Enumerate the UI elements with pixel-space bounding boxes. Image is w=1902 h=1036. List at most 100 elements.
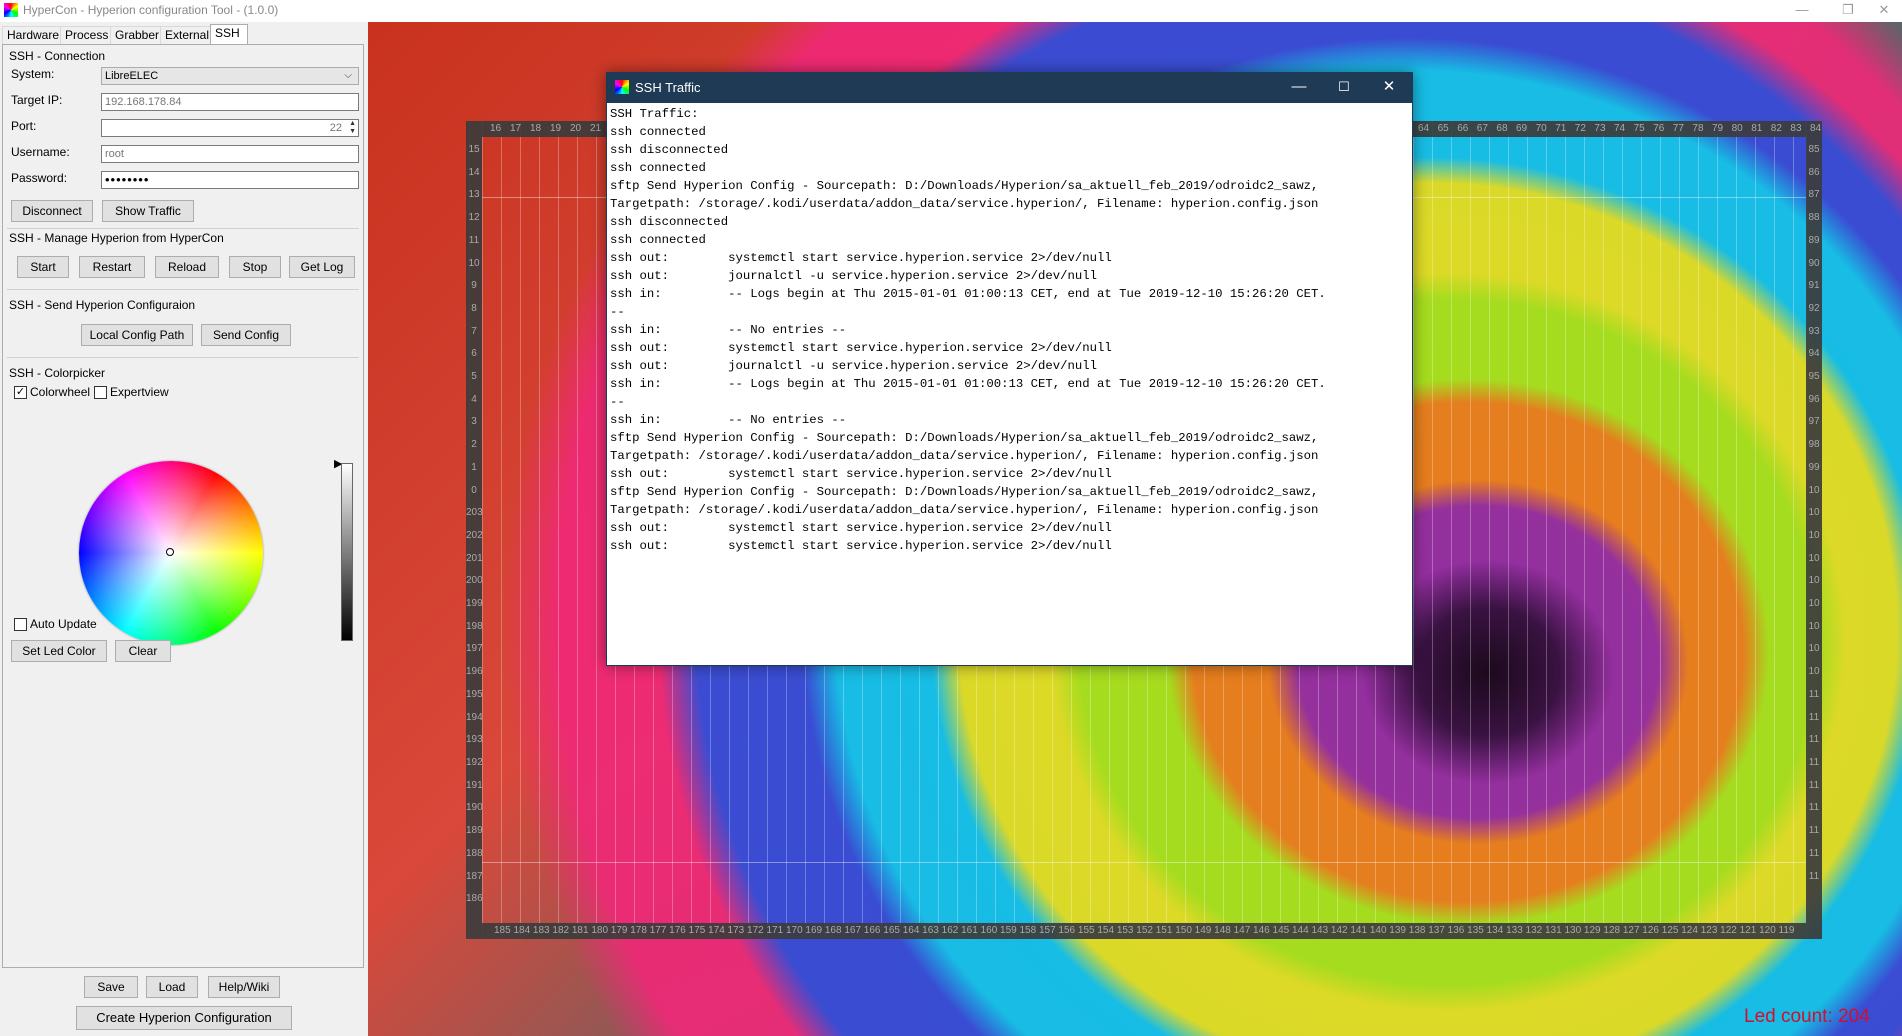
target-ip-input[interactable]: 192.168.178.84	[101, 93, 359, 111]
led-index-label: 88	[1808, 212, 1820, 224]
close-button[interactable]: ✕	[1862, 0, 1902, 22]
log-line: Targetpath: /storage/.kodi/userdata/addo…	[610, 449, 1319, 463]
connection-group-title: SSH - Connection	[9, 49, 106, 63]
led-index-label: 76	[1653, 123, 1665, 134]
system-select[interactable]: LibreELEC ⌵	[101, 67, 359, 85]
led-index-label: 93	[1808, 325, 1820, 337]
colorpicker-group-title: SSH - Colorpicker	[9, 366, 106, 380]
log-line: ssh in: -- No entries --	[610, 413, 847, 427]
log-line: ssh in: -- Logs begin at Thu 2015-01-01 …	[610, 377, 1326, 391]
led-index-label: 187	[466, 870, 482, 882]
color-wheel-cursor[interactable]	[166, 548, 174, 556]
log-line: ssh connected	[610, 233, 706, 247]
tab-ssh[interactable]: SSH	[210, 24, 248, 45]
send-config-button[interactable]: Send Config	[201, 324, 291, 346]
stop-button[interactable]: Stop	[229, 256, 281, 278]
dialog-minimize-button[interactable]: —	[1277, 73, 1321, 103]
led-index-label: 17	[510, 123, 522, 134]
ssh-traffic-log[interactable]: SSH Traffic: ssh connected ssh disconnecte…	[607, 103, 1412, 665]
led-index-label: 9	[471, 280, 477, 292]
log-line: ssh out: systemctl start service.hyperio…	[610, 341, 1112, 355]
set-led-color-button[interactable]: Set Led Color	[11, 640, 107, 662]
led-index-label: 10	[1808, 484, 1820, 496]
led-index-label: 80	[1731, 123, 1743, 134]
dialog-close-button[interactable]: ✕	[1367, 73, 1411, 103]
restart-button[interactable]: Restart	[79, 256, 145, 278]
led-index-label: 18	[530, 123, 542, 134]
help-wiki-button[interactable]: Help/Wiki	[208, 976, 280, 998]
hypercon-app-icon	[4, 3, 18, 17]
led-index-label: 95	[1808, 371, 1820, 383]
led-index-label: 97	[1808, 416, 1820, 428]
led-index-label: 65	[1437, 123, 1449, 134]
tab-hardware[interactable]: Hardware	[2, 26, 62, 44]
led-right-column: 85 86 87 88 89 90 91 92 93 94 95 96 97 98 99 10 10 10 10 10…	[1806, 139, 1822, 919]
log-line: ssh disconnected	[610, 143, 729, 157]
username-label: Username:	[11, 145, 70, 159]
led-index-label: 72	[1574, 123, 1586, 134]
show-traffic-button[interactable]: Show Traffic	[102, 200, 194, 222]
led-index-label: 74	[1614, 123, 1626, 134]
color-wheel[interactable]	[79, 461, 263, 645]
auto-update-label: Auto Update	[30, 617, 97, 631]
get-log-button[interactable]: Get Log	[289, 256, 355, 278]
led-bottom-labels: 185 184 183 182 181 180 179 178 177 176 …	[494, 925, 1795, 936]
bottom-toolbar: Save Load Help/Wiki Create Hyperion Conf…	[0, 970, 368, 1036]
tab-grabber[interactable]: Grabber	[110, 26, 166, 44]
led-index-label: 16	[490, 123, 502, 134]
led-index-label: 197	[466, 643, 482, 655]
led-index-label: 98	[1808, 439, 1820, 451]
led-index-label: 11	[1808, 825, 1820, 837]
led-index-label: 79	[1712, 123, 1724, 134]
led-index-label: 198	[466, 620, 482, 632]
reload-button[interactable]: Reload	[155, 256, 219, 278]
dialog-titlebar: SSH Traffic — ☐ ✕	[607, 73, 1412, 103]
led-index-label: 10	[468, 257, 480, 269]
led-index-label: 3	[471, 416, 477, 428]
expertview-checkbox[interactable]	[94, 386, 107, 399]
led-left-column: 15 14 13 12 11 10 9 8 7 6 5 4 3 2 1 0 203 202 201 200 199 198…	[466, 139, 482, 939]
save-button[interactable]: Save	[84, 976, 138, 998]
username-input[interactable]: root	[101, 145, 359, 163]
password-input[interactable]: ••••••••	[101, 171, 359, 189]
led-index-label: 203	[466, 507, 482, 519]
led-index-label: 8	[471, 302, 477, 314]
led-index-label: 14	[468, 166, 480, 178]
clear-button[interactable]: Clear	[115, 640, 171, 662]
minimize-button[interactable]: —	[1780, 0, 1824, 22]
start-button[interactable]: Start	[17, 256, 69, 278]
led-index-label: 6	[471, 348, 477, 360]
local-config-path-button[interactable]: Local Config Path	[81, 324, 193, 346]
auto-update-checkbox[interactable]	[14, 618, 27, 631]
disconnect-button[interactable]: Disconnect	[11, 200, 93, 222]
load-button[interactable]: Load	[146, 976, 198, 998]
led-index-label: 199	[466, 598, 482, 610]
log-line: ssh in: -- No entries --	[610, 323, 847, 337]
log-line: Targetpath: /storage/.kodi/userdata/addo…	[610, 197, 1319, 211]
dialog-maximize-button[interactable]: ☐	[1322, 73, 1366, 103]
colorwheel-checkbox[interactable]: ✓	[14, 386, 27, 399]
led-index-label: 7	[471, 325, 477, 337]
create-configuration-button[interactable]: Create Hyperion Configuration	[76, 1006, 292, 1030]
brightness-slider[interactable]	[341, 463, 353, 641]
led-index-label: 11	[1808, 688, 1820, 700]
divider	[7, 357, 359, 358]
led-index-label: 66	[1457, 123, 1469, 134]
led-index-label: 68	[1496, 123, 1508, 134]
tab-process[interactable]: Process	[60, 26, 116, 44]
led-index-label: 201	[466, 552, 482, 564]
port-stepper[interactable]: 22 ▲ ▼	[101, 119, 359, 137]
ssh-panel: SSH - Connection System: LibreELEC ⌵ Tar…	[2, 44, 364, 968]
led-index-label: 15	[468, 144, 480, 155]
led-index-label: 90	[1808, 257, 1820, 269]
led-index-label: 5	[471, 371, 477, 383]
led-index-label: 10	[1808, 575, 1820, 587]
ssh-traffic-dialog: SSH Traffic — ☐ ✕ SSH Traffic: ssh connec…	[606, 72, 1413, 666]
led-index-label: 11	[1808, 711, 1820, 723]
hypercon-app-icon	[615, 80, 629, 94]
led-bottom-strip: 185 184 183 182 181 180 179 178 177 176 …	[466, 923, 1822, 939]
led-index-label: 19	[550, 123, 562, 134]
log-line: ssh connected	[610, 125, 706, 139]
led-index-label: 67	[1476, 123, 1488, 134]
spin-arrows-icon[interactable]: ▲ ▼	[349, 120, 356, 136]
